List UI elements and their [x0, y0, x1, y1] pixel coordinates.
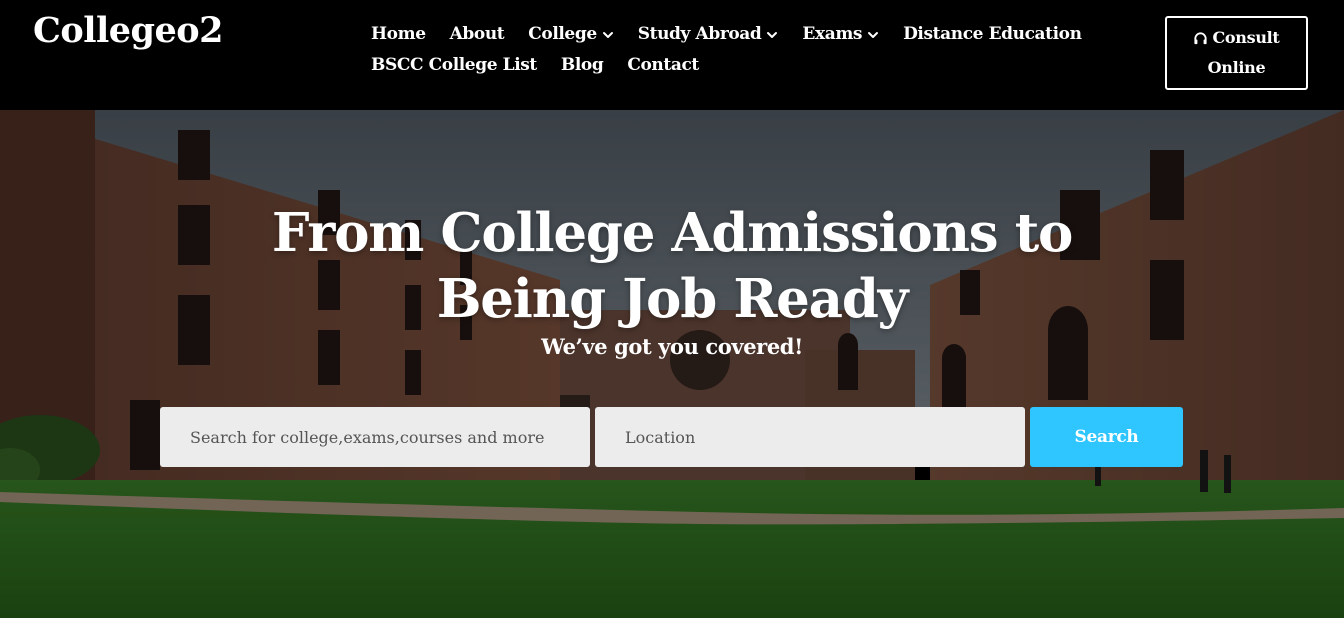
hero-subheadline: We’ve got you covered!: [541, 334, 803, 359]
search-button[interactable]: Search: [1030, 407, 1183, 467]
nav-item-college[interactable]: College: [528, 22, 614, 47]
nav-item-label: College: [528, 24, 597, 44]
hero-headline: From College Admissions to Being Job Rea…: [222, 200, 1122, 332]
chevron-down-icon: [868, 31, 879, 38]
chevron-down-icon: [602, 31, 613, 38]
consult-label-1: Consult: [1212, 28, 1280, 47]
nav-item-contact[interactable]: Contact: [627, 53, 699, 78]
location-input[interactable]: [595, 407, 1025, 467]
nav-item-label: BSCC College List: [371, 55, 537, 75]
chevron-down-icon: [767, 31, 778, 38]
main-nav: Home About College Study Abroad Exams Di…: [371, 22, 1082, 78]
nav-item-exams[interactable]: Exams: [802, 22, 879, 47]
consult-line-1: Consult: [1193, 23, 1280, 53]
hero-dark-overlay: [0, 110, 1344, 618]
nav-item-bscc-college-list[interactable]: BSCC College List: [371, 53, 537, 78]
nav-item-label: Study Abroad: [637, 24, 762, 44]
headline-line-2: Being Job Ready: [436, 268, 909, 330]
site-logo[interactable]: Collegeo2: [33, 10, 224, 51]
consult-online-button[interactable]: Consult Online: [1165, 16, 1308, 90]
headset-icon: [1194, 31, 1208, 44]
nav-item-home[interactable]: Home: [371, 22, 426, 47]
nav-item-study-abroad[interactable]: Study Abroad: [638, 22, 779, 47]
nav-row-1: Home About College Study Abroad Exams Di…: [371, 22, 1082, 47]
nav-item-label: Distance Education: [903, 24, 1082, 44]
nav-item-about[interactable]: About: [450, 22, 505, 47]
search-input[interactable]: [160, 407, 590, 467]
nav-item-distance-education[interactable]: Distance Education: [903, 22, 1082, 47]
headline-line-1: From College Admissions to: [271, 202, 1073, 264]
nav-item-blog[interactable]: Blog: [560, 53, 604, 78]
nav-item-label: Contact: [627, 55, 699, 75]
hero-section: From College Admissions to Being Job Rea…: [0, 110, 1344, 618]
nav-item-label: Home: [371, 24, 426, 44]
consult-label-2: Online: [1207, 58, 1266, 77]
nav-item-label: Exams: [802, 24, 863, 44]
nav-row-2: BSCC College List Blog Contact: [371, 53, 1071, 78]
site-header: Collegeo2 Home About College Study Abroa…: [0, 0, 1344, 110]
nav-item-label: Blog: [560, 55, 604, 75]
nav-item-label: About: [449, 24, 505, 44]
